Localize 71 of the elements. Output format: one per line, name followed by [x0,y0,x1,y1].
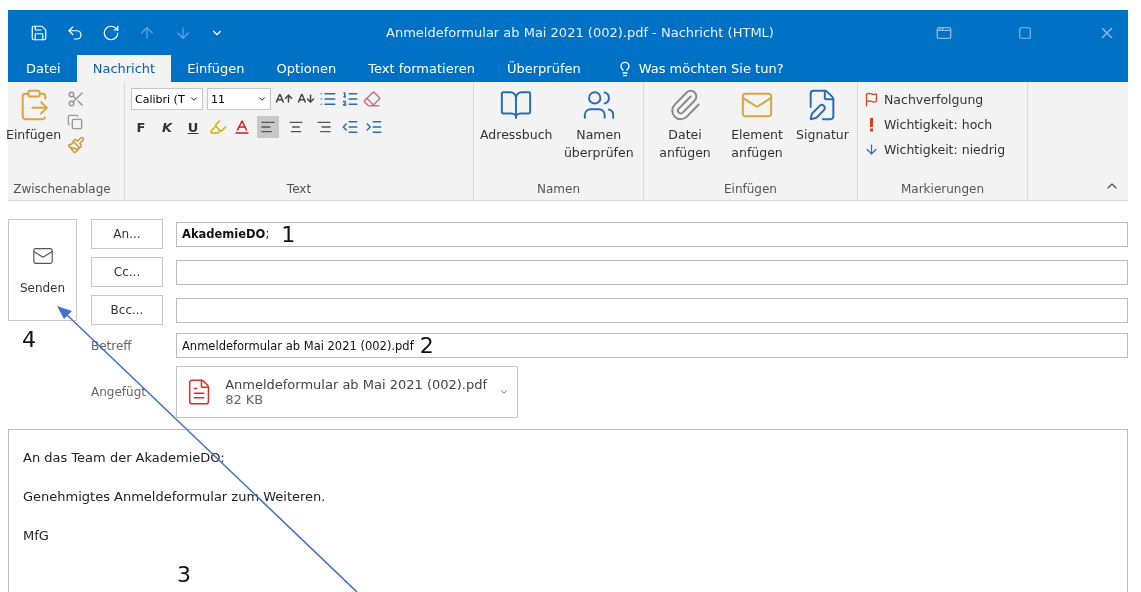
attach-item-button[interactable]: Element anfügen [724,88,791,180]
group-label: Zwischenablage [12,181,112,198]
save-icon[interactable] [30,23,48,42]
recipient-field[interactable]: AkademieDO; 1 [176,221,1128,247]
group-label: Markierungen [899,181,986,198]
align-icon [260,119,276,135]
font-color-icon[interactable] [233,118,251,136]
underline-button[interactable]: U [183,119,203,135]
ribbon-tab[interactable]: Nachricht [76,55,172,82]
body-line: MfG [23,528,50,543]
down-arrow-icon [864,142,879,157]
paperclip-icon [668,88,703,122]
outdent-icon[interactable] [341,118,359,136]
signature-button[interactable]: Signatur [796,88,849,180]
body-line: Genehmigtes Anmeldeformular zum Weiteren. [23,489,327,504]
window-title: Anmeldeformular ab Mai 2021 (002).pdf - Nachricht (HTML) [385,25,775,40]
numbering-icon[interactable] [341,90,359,108]
paste-button[interactable]: Einfügen [6,88,62,180]
annotation-number: 4 [22,327,36,352]
redo-icon[interactable] [102,23,120,42]
copy-icon[interactable] [67,114,84,130]
cut-icon[interactable] [67,90,86,108]
people-icon [581,88,616,122]
recipient-text: AkademieDO; [182,227,270,241]
align-button[interactable] [257,116,279,138]
bullets-icon[interactable] [319,90,337,108]
ribbon-tab[interactable]: Text formatieren [352,55,491,82]
italic-button[interactable]: K [157,119,177,135]
send-button[interactable]: Senden [8,219,77,321]
low-importance-button[interactable]: Wichtigkeit: niedrig [864,138,1021,161]
size-field[interactable]: 11 [207,88,271,110]
clear-format-icon[interactable] [363,90,381,108]
indent-icon[interactable] [365,118,383,136]
annotation-number: 3 [177,562,191,587]
ribbon-display-icon[interactable] [936,24,952,41]
annotation-number: 1 [281,221,296,247]
ribbon-tab[interactable]: Überprüfen [490,55,597,82]
recipient-field[interactable] [176,259,1128,285]
group-label: Namen [536,181,581,198]
align-icon [316,119,332,135]
book-icon [499,88,534,122]
attached-label: Angefügt [91,385,147,399]
high-importance-button[interactable]: Wichtigkeit: hoch [864,113,1021,136]
attach-file-button[interactable]: Datei anfügen [652,88,719,180]
envelope-icon [31,245,54,267]
group-label: Einfügen [723,181,778,198]
check-names-button[interactable]: Namen überprüfen [560,88,637,180]
caret-icon[interactable] [257,94,267,104]
font-field[interactable]: Calibri (T [131,88,203,110]
group-label: Text [285,181,313,198]
ribbon-tab[interactable]: Datei [10,55,77,82]
address-book-button[interactable]: Adressbuch [480,88,553,180]
annotation-number: 2 [419,333,434,358]
follow-up-button[interactable]: Nachverfolgung [864,88,1021,111]
attachment-name: Anmeldeformular ab Mai 2021 (002).pdf [225,377,488,392]
attachment-size: 82 KB [225,392,265,407]
align-icon [288,119,304,135]
recipient-button[interactable]: Cc... [91,257,163,287]
ribbon-tab[interactable]: Einfügen [171,55,261,82]
attachment-card[interactable]: Anmeldeformular ab Mai 2021 (002).pdf 82 KB [176,366,518,418]
recipient-button[interactable]: An... [91,219,163,249]
ribbon-tab[interactable]: Optionen [260,55,353,82]
flag-icon [864,92,879,107]
bold-button[interactable]: F [131,119,151,135]
recipient-field[interactable] [176,297,1128,323]
subject-text: Anmeldeformular ab Mai 2021 (002).pdf [182,338,414,353]
undo-icon[interactable] [66,23,84,42]
recipient-button[interactable]: Bcc... [91,295,163,325]
tell-me-field[interactable]: Was möchten Sie tun? [638,61,784,76]
caret-icon[interactable] [189,94,199,104]
subject-field[interactable]: Anmeldeformular ab Mai 2021 (002).pdf 2 [176,333,1128,358]
